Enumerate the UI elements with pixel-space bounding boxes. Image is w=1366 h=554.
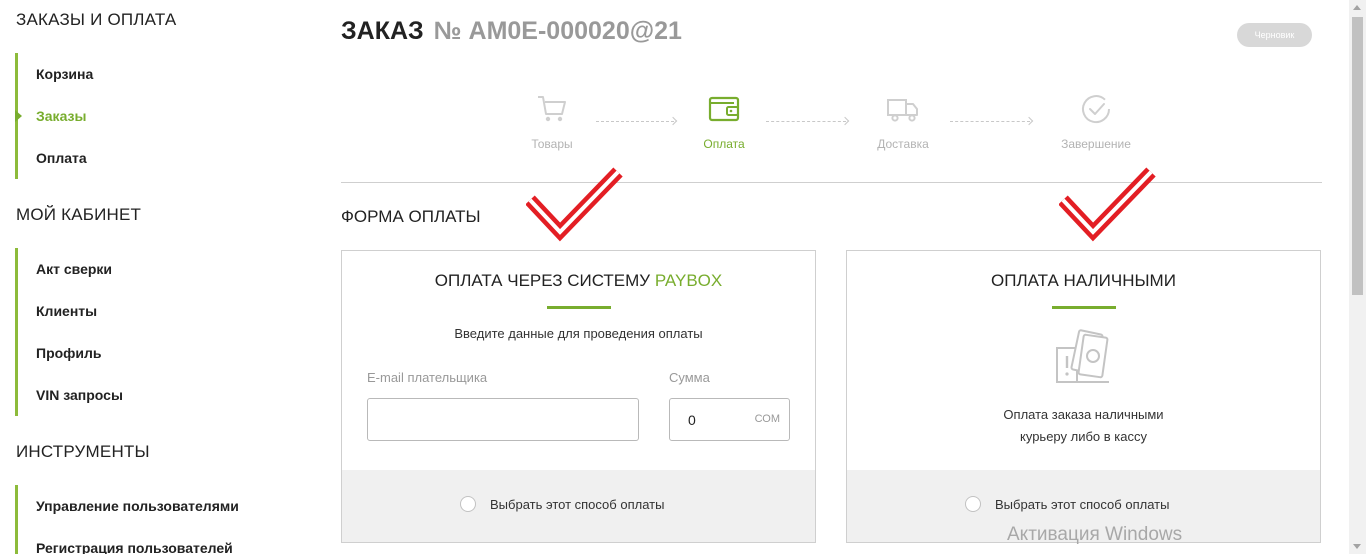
sidebar-item-user-management[interactable]: Управление пользователями — [18, 485, 239, 527]
wallet-icon — [708, 96, 740, 122]
sidebar-item-reconciliation[interactable]: Акт сверки — [18, 248, 123, 290]
paybox-radio[interactable] — [460, 496, 476, 512]
section-title-cabinet: МОЙ КАБИНЕТ — [16, 205, 142, 224]
nav-group-tools: Управление пользователями Регистрация по… — [15, 485, 239, 554]
sidebar-item-user-registration[interactable]: Регистрация пользователей — [18, 527, 239, 554]
scroll-up-arrow-icon[interactable] — [1353, 5, 1361, 10]
red-check-mark-icon — [526, 167, 623, 242]
form-title: ФОРМА ОПЛАТЫ — [341, 207, 481, 226]
sidebar-item-vin-requests[interactable]: VIN запросы — [18, 374, 123, 416]
scroll-thumb[interactable] — [1352, 17, 1363, 295]
step-delivery[interactable]: Доставка — [843, 93, 963, 151]
paybox-select-row[interactable]: Выбрать этот способ оплаты — [342, 470, 815, 542]
truck-icon — [887, 99, 918, 122]
sidebar-item-cart[interactable]: Корзина — [18, 53, 93, 95]
red-check-mark-icon — [1059, 167, 1156, 242]
sum-label: Сумма — [669, 370, 710, 385]
scroll-down-arrow-icon[interactable] — [1353, 544, 1361, 549]
email-label: E-mail плательщика — [367, 370, 488, 385]
currency-label: СОМ — [754, 413, 780, 425]
step-payment[interactable]: Оплата — [664, 93, 784, 151]
page-title: ЗАКАЗ № AM0E-000020@21 — [341, 17, 682, 46]
cash-radio[interactable] — [965, 496, 981, 512]
sidebar-item-payment[interactable]: Оплата — [18, 137, 93, 179]
sidebar-item-clients[interactable]: Клиенты — [18, 290, 123, 332]
nav-group-cabinet: Акт сверки Клиенты Профиль VIN запросы — [15, 248, 123, 416]
cash-description-line1: Оплата заказа наличными — [1003, 407, 1164, 422]
status-badge: Черновик — [1237, 23, 1312, 47]
windows-activation-watermark: Активация Windows — [1007, 524, 1183, 545]
cash-title: ОПЛАТА НАЛИЧНЫМИ — [991, 271, 1176, 290]
paybox-subtitle: Введите данные для проведения оплаты — [454, 326, 703, 341]
payment-option-cash: ОПЛАТА НАЛИЧНЫМИ Оплата заказа наличными… — [846, 250, 1321, 543]
sum-field-wrap: СОМ — [669, 398, 790, 441]
step-label-delivery: Доставка — [877, 137, 929, 151]
paybox-title: ОПЛАТА ЧЕРЕЗ СИСТЕМУ PAYBOX — [342, 271, 815, 291]
sidebar-item-orders[interactable]: Заказы — [14, 95, 93, 137]
title-underline — [546, 306, 611, 309]
title-underline — [1051, 306, 1116, 309]
paybox-title-brand: PAYBOX — [654, 271, 723, 290]
step-connector-1 — [596, 121, 674, 122]
step-label-goods: Товары — [531, 137, 573, 151]
section-title-tools: ИНСТРУМЕНТЫ — [16, 442, 150, 461]
paybox-title-text: ОПЛАТА ЧЕРЕЗ СИСТЕМУ — [434, 271, 655, 290]
cash-description-line2: курьеру либо в кассу — [1020, 429, 1147, 444]
step-goods[interactable]: Товары — [492, 93, 612, 151]
check-circle-icon — [1082, 95, 1111, 124]
nav-group-orders: Корзина Заказы Оплата — [14, 53, 93, 179]
order-number: № AM0E-000020@21 — [433, 17, 682, 45]
step-completion[interactable]: Завершение — [1036, 93, 1156, 151]
scrollbar[interactable] — [1349, 0, 1366, 554]
cash-money-icon — [1056, 329, 1109, 383]
order-title-label: ЗАКАЗ — [341, 17, 424, 45]
cash-select-label[interactable]: Выбрать этот способ оплаты — [995, 497, 1169, 512]
sidebar-item-profile[interactable]: Профиль — [18, 332, 123, 374]
step-label-payment: Оплата — [703, 137, 745, 151]
sidebar: ЗАКАЗЫ И ОПЛАТА Корзина Заказы Оплата МО… — [0, 0, 320, 554]
step-label-completion: Завершение — [1061, 137, 1131, 151]
payment-option-paybox: ОПЛАТА ЧЕРЕЗ СИСТЕМУ PAYBOX Введите данн… — [341, 250, 816, 543]
step-connector-2 — [766, 121, 846, 122]
step-connector-3 — [950, 121, 1030, 122]
cash-description: Оплата заказа наличными курьеру либо в к… — [847, 404, 1320, 448]
divider — [341, 182, 1322, 183]
email-field[interactable] — [367, 398, 639, 441]
cart-icon — [538, 96, 566, 122]
paybox-select-label[interactable]: Выбрать этот способ оплаты — [490, 497, 664, 512]
section-title-orders: ЗАКАЗЫ И ОПЛАТА — [16, 10, 177, 29]
